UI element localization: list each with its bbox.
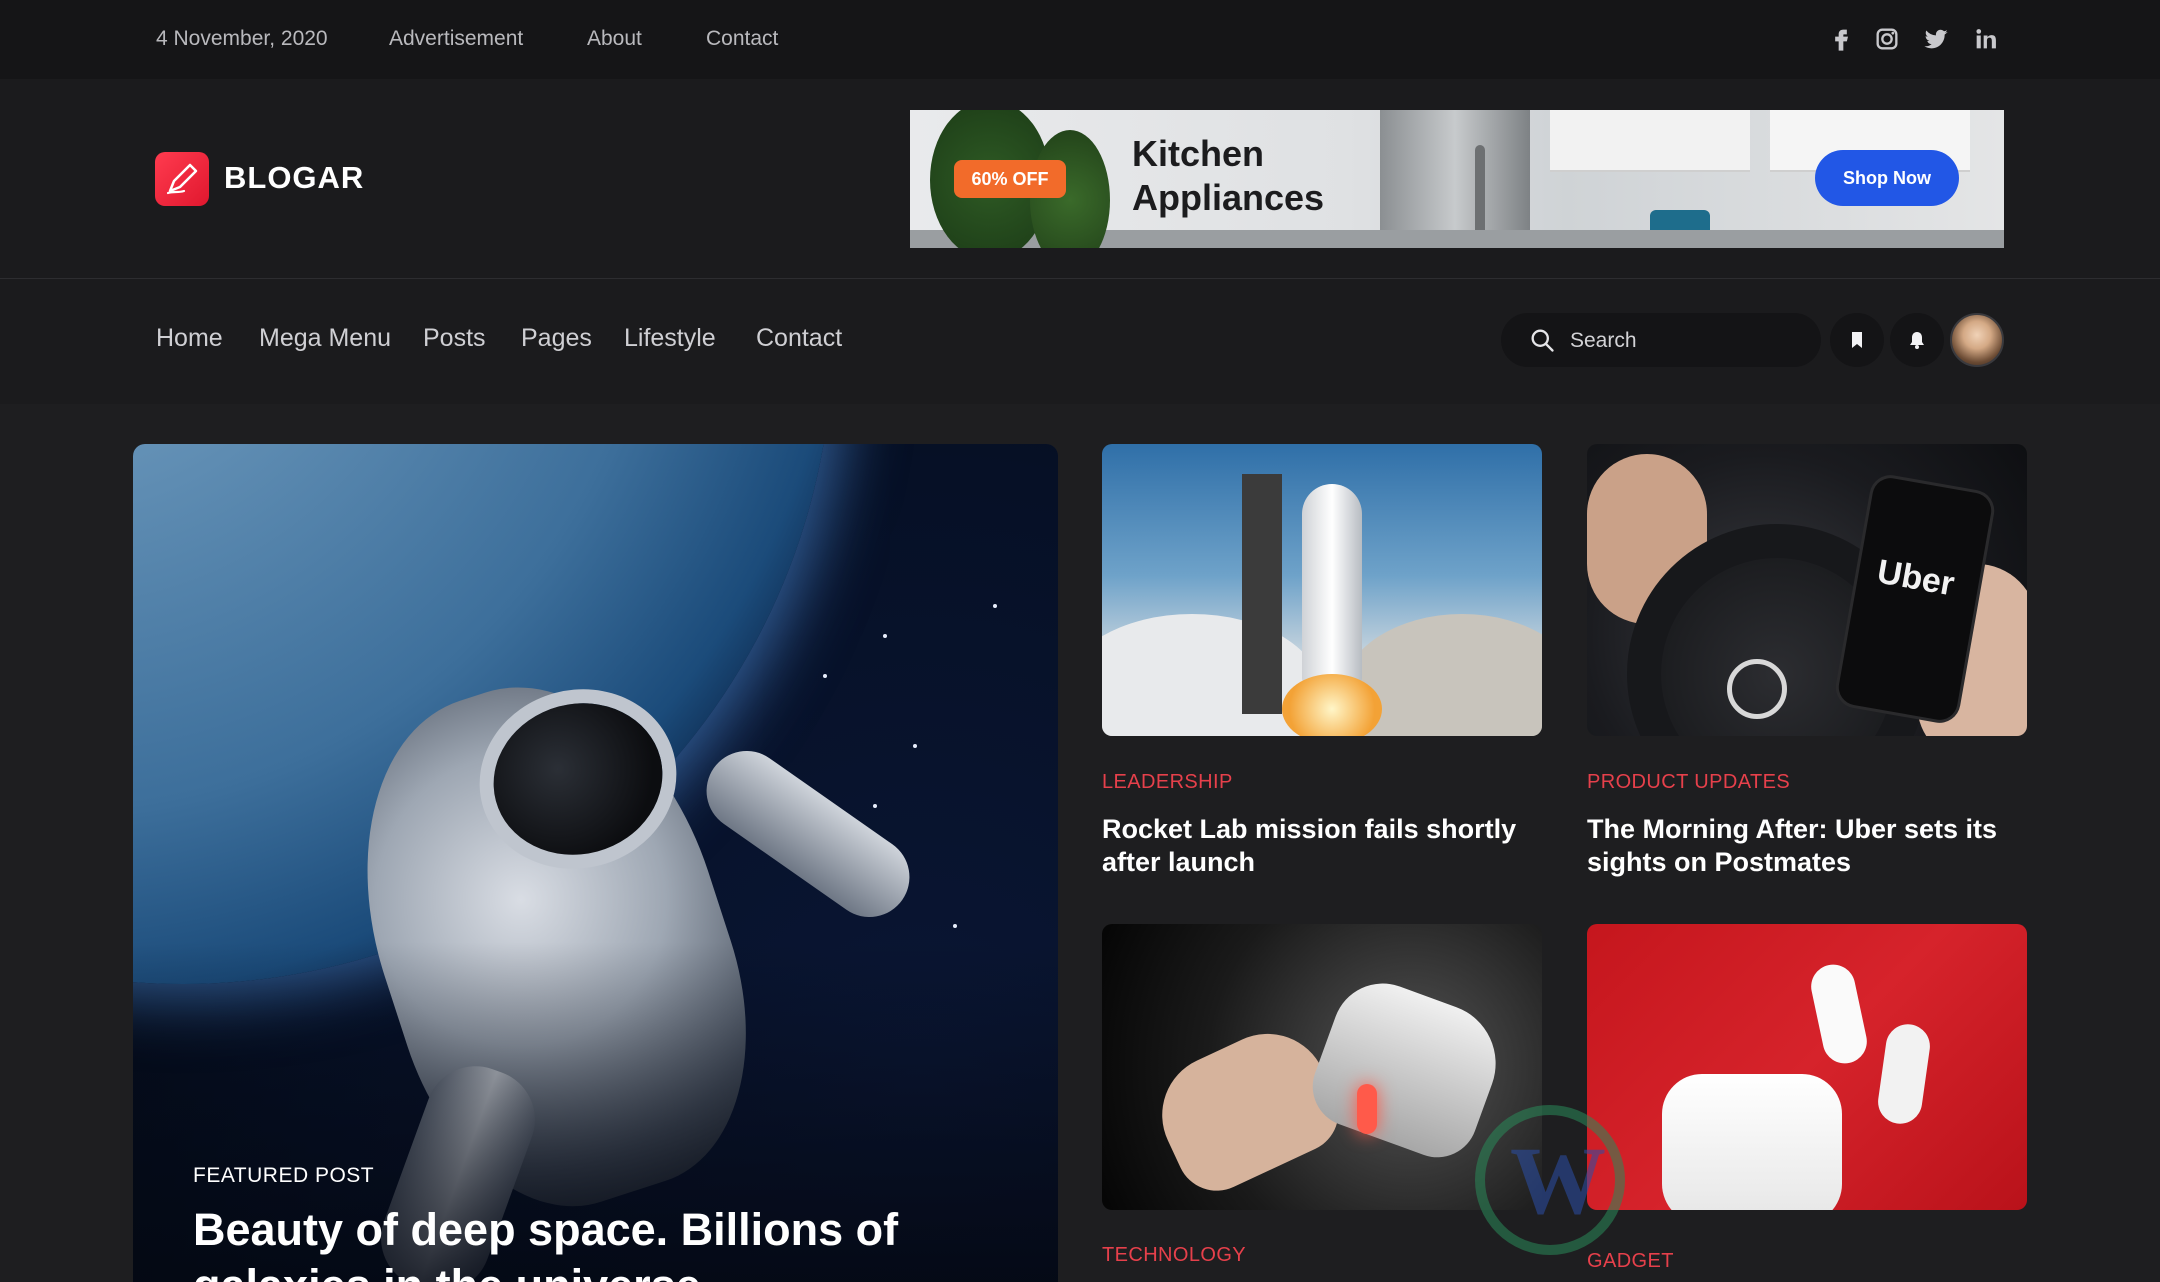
- ad-cabinet: [1550, 110, 1750, 172]
- topbar-link-about[interactable]: About: [587, 27, 642, 51]
- advertisement-banner[interactable]: 60% OFF Kitchen Appliances Shop Now: [910, 110, 2004, 248]
- astronaut-arm: [690, 735, 926, 933]
- post-title[interactable]: Rocket Lab mission fails shortly after l…: [1102, 813, 1542, 879]
- post-title[interactable]: The Morning After: Uber sets its sights …: [1587, 813, 2027, 879]
- post-category[interactable]: TECHNOLOGY: [1102, 1244, 1246, 1267]
- linkedin-icon[interactable]: [1972, 25, 2000, 53]
- post-category[interactable]: LEADERSHIP: [1102, 771, 1233, 794]
- featured-post-label: FEATURED POST: [193, 1164, 375, 1187]
- star: [913, 744, 917, 748]
- search-box[interactable]: Search: [1501, 313, 1821, 367]
- bookmark-icon: [1852, 332, 1862, 348]
- bell-icon: [1910, 332, 1924, 349]
- notifications-button[interactable]: [1890, 313, 1944, 367]
- user-avatar[interactable]: [1950, 313, 2004, 367]
- star: [953, 924, 957, 928]
- star: [823, 674, 827, 678]
- ad-fridge: [1380, 110, 1530, 248]
- instagram-icon[interactable]: [1873, 25, 1901, 53]
- featured-post-card[interactable]: FEATURED POST Beauty of deep space. Bill…: [133, 444, 1058, 1282]
- star: [993, 604, 997, 608]
- nav-item-lifestyle[interactable]: Lifestyle: [624, 324, 716, 353]
- spark: [1357, 1084, 1377, 1134]
- ad-faucet: [1475, 145, 1485, 235]
- car-logo: [1727, 659, 1787, 719]
- twitter-icon[interactable]: [1922, 25, 1950, 53]
- watermark: W: [1475, 1105, 2160, 1265]
- topbar-link-contact[interactable]: Contact: [706, 27, 778, 51]
- date-label: 4 November, 2020: [156, 27, 328, 50]
- wordpress-logo-icon: W: [1475, 1105, 1625, 1255]
- nav-item-pages[interactable]: Pages: [521, 324, 592, 353]
- ad-title: Kitchen Appliances: [1132, 133, 1325, 218]
- top-bar: 4 November, 2020 Advertisement About Con…: [0, 0, 2160, 79]
- star: [883, 634, 887, 638]
- facebook-icon[interactable]: [1827, 25, 1855, 53]
- bookmark-button[interactable]: [1830, 313, 1884, 367]
- ad-discount-badge: 60% OFF: [954, 160, 1066, 198]
- nav-item-posts[interactable]: Posts: [423, 324, 486, 353]
- star: [873, 804, 877, 808]
- logo-icon[interactable]: [155, 152, 209, 206]
- featured-post-title[interactable]: Beauty of deep space. Billions of galaxi…: [193, 1202, 1013, 1282]
- nav-item-home[interactable]: Home: [156, 324, 223, 353]
- earbud-image: [1807, 960, 1871, 1068]
- rocket-shuttle: [1302, 484, 1362, 684]
- nav-item-contact[interactable]: Contact: [756, 324, 842, 353]
- post-thumbnail-uber[interactable]: Uber: [1587, 444, 2027, 736]
- site-logo-text[interactable]: BLOGAR: [224, 160, 364, 196]
- nav-item-mega-menu[interactable]: Mega Menu: [259, 324, 391, 353]
- launch-tower: [1242, 474, 1282, 714]
- rocket-fire: [1282, 674, 1382, 736]
- search-input[interactable]: Search: [1570, 329, 1637, 353]
- topbar-link-advertisement[interactable]: Advertisement: [389, 27, 523, 51]
- post-thumbnail-rocket[interactable]: [1102, 444, 1542, 736]
- ad-shop-now-button[interactable]: Shop Now: [1815, 150, 1959, 206]
- post-category[interactable]: PRODUCT UPDATES: [1587, 771, 1790, 794]
- search-icon: [1531, 329, 1554, 352]
